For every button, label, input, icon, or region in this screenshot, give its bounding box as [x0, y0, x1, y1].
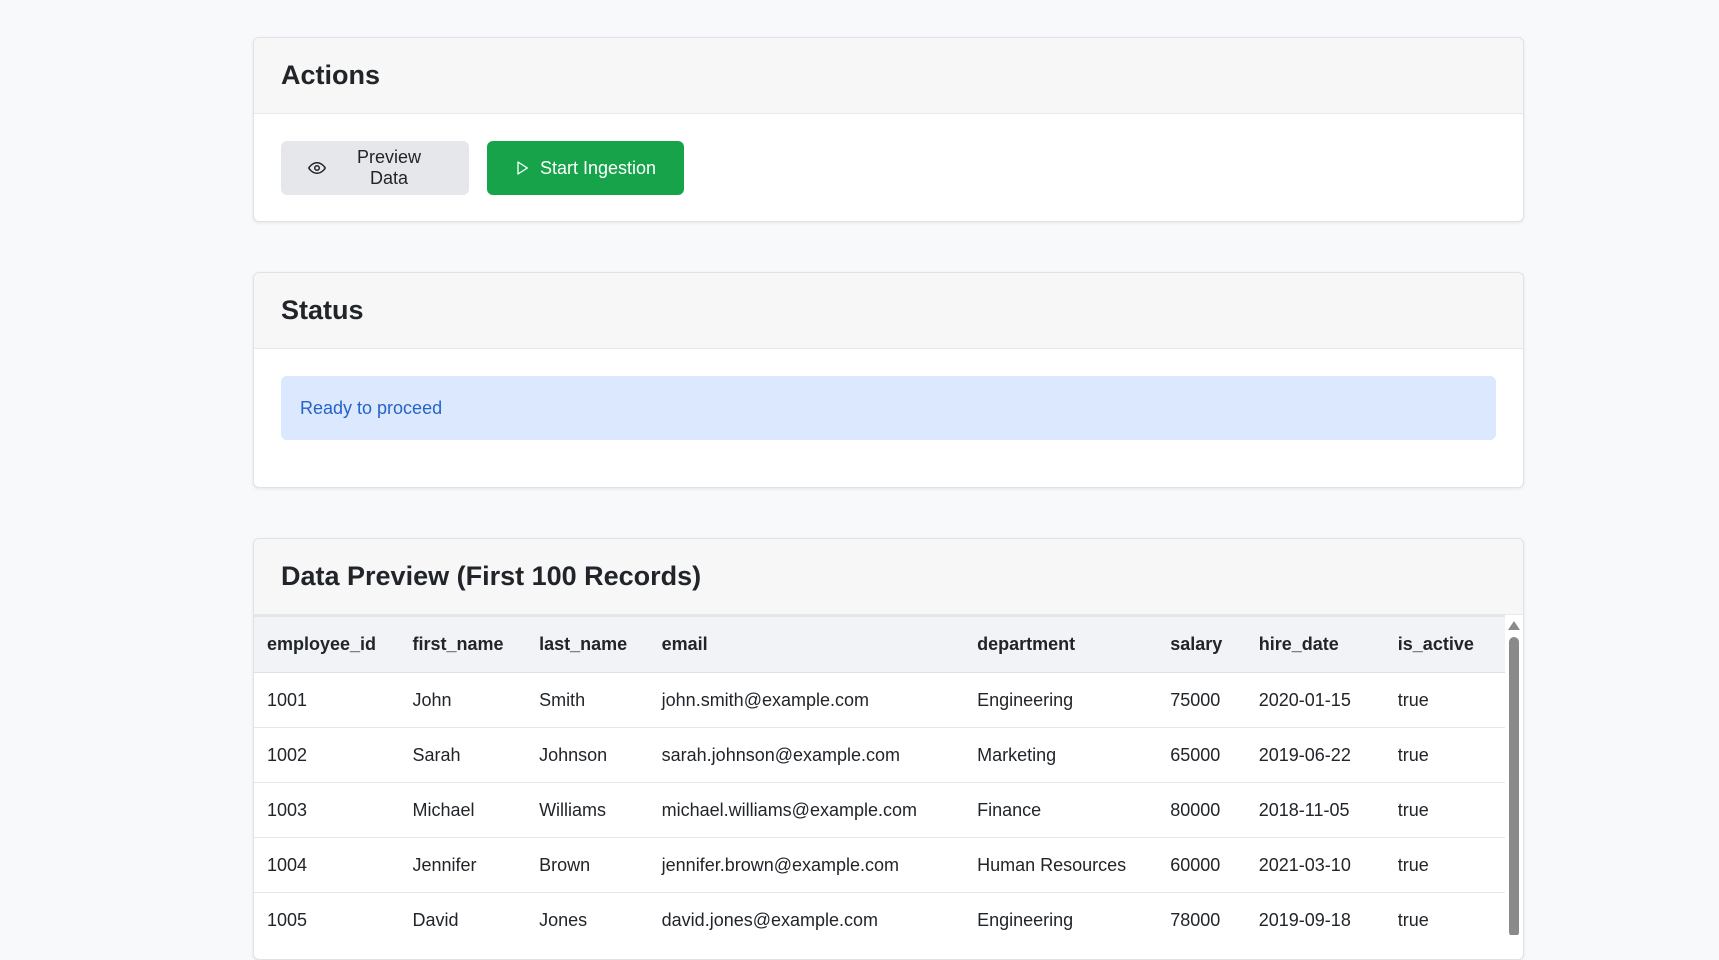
table-cell: Jones [526, 892, 649, 935]
preview-data-label: Preview Data [356, 147, 422, 188]
table-cell: Engineering [964, 892, 1158, 935]
status-card: Status Ready to proceed [253, 272, 1524, 488]
start-ingestion-button[interactable]: Start Ingestion [487, 141, 684, 195]
table-cell: Finance [964, 782, 1158, 838]
column-header-salary: salary [1157, 615, 1246, 673]
page-container: Actions Preview Data Start Ingestion Sta… [253, 37, 1524, 960]
table-cell: 2021-03-10 [1245, 837, 1385, 893]
table-header-row: employee_id first_name last_name email d… [254, 615, 1505, 673]
table-cell: true [1384, 727, 1505, 783]
table-cell: Sarah [399, 727, 527, 783]
data-preview-title: Data Preview (First 100 Records) [281, 561, 702, 591]
table-cell: Human Resources [964, 837, 1158, 893]
table-cell: true [1384, 782, 1505, 838]
table-row: 1005 David Jones david.jones@example.com… [254, 892, 1505, 935]
table-cell: true [1384, 837, 1505, 893]
table-row: 1003 Michael Williams michael.williams@e… [254, 782, 1505, 838]
column-header-hire-date: hire_date [1245, 615, 1385, 673]
table-cell: david.jones@example.com [648, 892, 965, 935]
scroll-up-arrow-icon[interactable] [1508, 621, 1520, 630]
table-cell: 2018-11-05 [1245, 782, 1385, 838]
table-row: 1001 John Smith john.smith@example.com E… [254, 672, 1505, 728]
table-cell: 1001 [254, 672, 400, 728]
column-header-last-name: last_name [526, 615, 649, 673]
table-cell: 1002 [254, 727, 400, 783]
table-cell: 80000 [1157, 782, 1246, 838]
table-cell: Williams [526, 782, 649, 838]
table-cell: john.smith@example.com [648, 672, 965, 728]
status-alert: Ready to proceed [281, 376, 1496, 440]
table-cell: true [1384, 892, 1505, 935]
table-cell: 2019-09-18 [1245, 892, 1385, 935]
status-message: Ready to proceed [300, 397, 443, 418]
status-card-body: Ready to proceed [254, 349, 1523, 487]
table-cell: Engineering [964, 672, 1158, 728]
column-header-employee-id: employee_id [254, 615, 400, 673]
table-row: 1002 Sarah Johnson sarah.johnson@example… [254, 727, 1505, 783]
status-card-header: Status [254, 273, 1523, 349]
table-cell: michael.williams@example.com [648, 782, 965, 838]
table-cell: 1005 [254, 892, 400, 935]
table-cell: David [399, 892, 527, 935]
column-header-email: email [648, 615, 965, 673]
table-cell: 2019-06-22 [1245, 727, 1385, 783]
data-preview-table-container[interactable]: employee_id first_name last_name email d… [254, 615, 1523, 935]
actions-card: Actions Preview Data Start Ingestion [253, 37, 1524, 222]
start-ingestion-label: Start Ingestion [540, 157, 657, 178]
data-preview-header: Data Preview (First 100 Records) [254, 539, 1523, 615]
play-icon [517, 161, 528, 175]
column-header-department: department [964, 615, 1158, 673]
table-cell: 60000 [1157, 837, 1246, 893]
actions-card-header: Actions [254, 38, 1523, 114]
actions-title: Actions [281, 60, 381, 90]
preview-data-button[interactable]: Preview Data [281, 141, 469, 195]
table-cell: Michael [399, 782, 527, 838]
eye-icon [308, 162, 326, 174]
table-cell: jennifer.brown@example.com [648, 837, 965, 893]
table-cell: sarah.johnson@example.com [648, 727, 965, 783]
table-cell: 1003 [254, 782, 400, 838]
table-cell: Smith [526, 672, 649, 728]
data-preview-table: employee_id first_name last_name email d… [254, 615, 1505, 935]
table-cell: 2020-01-15 [1245, 672, 1385, 728]
status-title: Status [281, 295, 364, 325]
scrollbar-thumb[interactable] [1509, 637, 1519, 935]
table-cell: Brown [526, 837, 649, 893]
column-header-is-active: is_active [1384, 615, 1505, 673]
table-cell: 78000 [1157, 892, 1246, 935]
table-cell: true [1384, 672, 1505, 728]
column-header-first-name: first_name [399, 615, 527, 673]
table-cell: John [399, 672, 527, 728]
table-cell: Jennifer [399, 837, 527, 893]
table-cell: 65000 [1157, 727, 1246, 783]
data-preview-card: Data Preview (First 100 Records) employe… [253, 538, 1524, 960]
table-cell: 1004 [254, 837, 400, 893]
actions-card-body: Preview Data Start Ingestion [254, 114, 1523, 221]
table-cell: Johnson [526, 727, 649, 783]
table-cell: 75000 [1157, 672, 1246, 728]
table-scrollbar[interactable] [1505, 615, 1523, 935]
table-cell: Marketing [964, 727, 1158, 783]
table-row: 1004 Jennifer Brown jennifer.brown@examp… [254, 837, 1505, 893]
